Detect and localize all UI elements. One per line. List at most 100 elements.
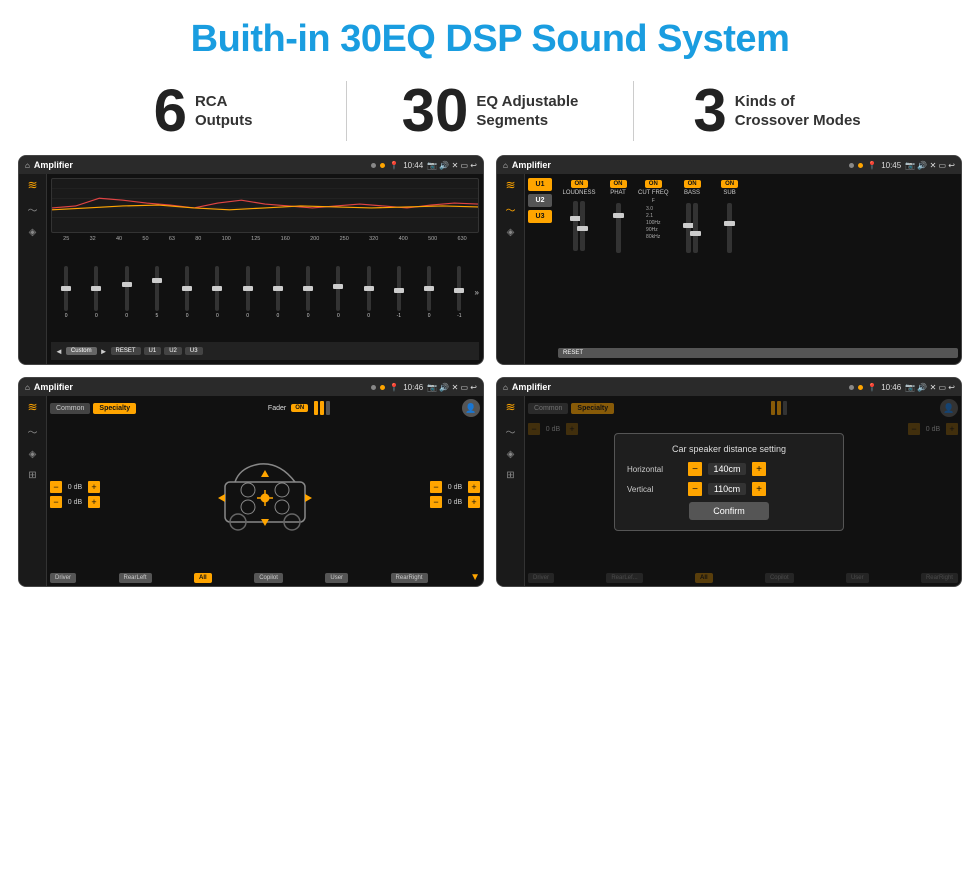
eq-freq-labels: 253240506380100125160200250320400500630	[51, 236, 479, 242]
dist-common-tab[interactable]: Common	[528, 403, 568, 414]
dist-location-icon: 📍	[867, 383, 877, 392]
stat-number-3: 3	[693, 81, 726, 141]
screens-grid: ⌂ Amplifier 📍 10:44 📷 🔊 ✕ ▭ ↩ ≋ 〜 ◈	[0, 155, 980, 597]
sp-driver-btn[interactable]: Driver	[50, 573, 76, 583]
sp-vol-icon: ◈	[29, 449, 37, 460]
vertical-label: Vertical	[627, 485, 682, 494]
sp-rearright-btn[interactable]: RearRight	[391, 573, 428, 583]
cr-u1-btn[interactable]: U1	[528, 178, 552, 191]
horizontal-plus-btn[interactable]: +	[752, 462, 766, 476]
sp-all-btn[interactable]: All	[194, 573, 212, 583]
sp-screen-title: Amplifier	[34, 382, 73, 392]
dist-wave-icon: 〜	[506, 424, 516, 439]
wave-icon: 〜	[28, 202, 38, 217]
sp-copilot-btn[interactable]: Copilot	[254, 573, 283, 583]
eq-screen: ⌂ Amplifier 📍 10:44 📷 🔊 ✕ ▭ ↩ ≋ 〜 ◈	[18, 155, 484, 365]
sp-db-minus-3[interactable]: −	[430, 481, 442, 493]
dist-home-icon: ⌂	[503, 383, 508, 392]
dist-eq-icon: ≋	[505, 400, 515, 414]
vertical-plus-btn[interactable]: +	[752, 482, 766, 496]
sp-eq-icon: ≋	[27, 400, 37, 414]
distance-dialog: Car speaker distance setting Horizontal …	[614, 433, 844, 531]
eq-location-icon: 📍	[389, 161, 399, 170]
sp-home-icon: ⌂	[25, 383, 30, 392]
bass-label: BASS	[684, 190, 700, 196]
stats-row: 6 RCA Outputs 30 EQ Adjustable Segments …	[0, 71, 980, 155]
dist-time: 10:46	[881, 383, 901, 392]
cr-wave-icon: 〜	[506, 202, 516, 217]
cr-u2-btn[interactable]: U2	[528, 194, 552, 207]
cr-screen-title: Amplifier	[512, 160, 551, 170]
horizontal-label: Horizontal	[627, 465, 682, 474]
sp-rearleft-btn[interactable]: RearLeft	[119, 573, 152, 583]
sp-db-minus-1[interactable]: −	[50, 481, 62, 493]
sub-label: SUB	[723, 190, 735, 196]
sp-time: 10:46	[403, 383, 423, 392]
confirm-button[interactable]: Confirm	[689, 502, 769, 520]
eq-prev-btn[interactable]: ◄	[55, 347, 63, 356]
horizontal-minus-btn[interactable]: −	[688, 462, 702, 476]
cr-location-icon: 📍	[867, 161, 877, 170]
cutfreq-on-btn[interactable]: ON	[645, 180, 662, 188]
dist-avatar: 👤	[940, 399, 958, 417]
cr-u3-btn[interactable]: U3	[528, 210, 552, 223]
vertical-minus-btn[interactable]: −	[688, 482, 702, 496]
sub-on-btn[interactable]: ON	[721, 180, 738, 188]
loudness-on-btn[interactable]: ON	[571, 180, 588, 188]
cr-reset-btn[interactable]: RESET	[558, 348, 958, 358]
sp-specialty-tab[interactable]: Specialty	[93, 403, 136, 414]
sp-down-arrow[interactable]: ▼	[470, 572, 480, 583]
sp-db-val-4: 0 dB	[444, 499, 466, 506]
sp-fader-icon: ⊞	[28, 470, 36, 481]
sp-db-plus-4[interactable]: +	[468, 496, 480, 508]
phat-on-btn[interactable]: ON	[610, 180, 627, 188]
sp-db-minus-4[interactable]: −	[430, 496, 442, 508]
phat-label: PHAT	[610, 190, 626, 196]
eq-more-icon[interactable]: »	[475, 288, 479, 297]
dist-screen-title: Amplifier	[512, 382, 551, 392]
horizontal-value: 140cm	[708, 463, 746, 475]
sp-db-plus-2[interactable]: +	[88, 496, 100, 508]
eq-time: 10:44	[403, 161, 423, 170]
sp-common-tab[interactable]: Common	[50, 403, 90, 414]
sp-wave-icon: 〜	[28, 424, 38, 439]
vertical-value: 110cm	[708, 483, 746, 495]
dist-status-bar: ⌂ Amplifier 📍 10:46 📷 🔊 ✕ ▭ ↩	[497, 378, 961, 396]
eq-reset-btn[interactable]: RESET	[111, 347, 141, 355]
sp-db-val-1: 0 dB	[64, 484, 86, 491]
stat-label-crossover: Kinds of Crossover Modes	[735, 92, 861, 131]
eq-u1-btn[interactable]: U1	[144, 347, 162, 355]
eq-custom-btn[interactable]: Custom	[66, 347, 97, 355]
sp-fader-label: Fader	[268, 405, 286, 412]
dist-vol-icon: ◈	[507, 449, 515, 460]
cr-time: 10:45	[881, 161, 901, 170]
stat-item-rca: 6 RCA Outputs	[60, 81, 346, 141]
sp-db-plus-1[interactable]: +	[88, 481, 100, 493]
sp-fader-on[interactable]: ON	[291, 404, 308, 412]
dist-specialty-tab[interactable]: Specialty	[571, 403, 614, 414]
stat-item-eq: 30 EQ Adjustable Segments	[347, 81, 633, 141]
sp-db-minus-2[interactable]: −	[50, 496, 62, 508]
eq-u3-btn[interactable]: U3	[185, 347, 203, 355]
eq-icon: ≋	[27, 178, 37, 192]
stat-number-6: 6	[154, 81, 187, 141]
cr-vol-icon: ◈	[507, 227, 515, 238]
dist-left-panel: ≋ 〜 ◈ ⊞	[497, 396, 525, 586]
eq-play-btn[interactable]: ►	[100, 347, 108, 356]
eq-sliders: 0 0 0 5 0 0 0 0 0 0 0 -1 0 -1 »	[51, 245, 479, 339]
eq-left-panel: ≋ 〜 ◈	[19, 174, 47, 364]
sp-user-btn[interactable]: User	[325, 573, 348, 583]
sp-left-panel: ≋ 〜 ◈ ⊞	[19, 396, 47, 586]
cr-home-icon: ⌂	[503, 161, 508, 170]
bass-on-btn[interactable]: ON	[684, 180, 701, 188]
sp-db-plus-3[interactable]: +	[468, 481, 480, 493]
eq-bottom-bar: ◄ Custom ► RESET U1 U2 U3	[51, 342, 479, 360]
eq-screen-title: Amplifier	[34, 160, 73, 170]
sp-location-icon: 📍	[389, 383, 399, 392]
crossover-screen: ⌂ Amplifier 📍 10:45 📷 🔊 ✕ ▭ ↩ ≋ 〜 ◈ U1 U…	[496, 155, 962, 365]
sp-db-val-2: 0 dB	[64, 499, 86, 506]
eq-u2-btn[interactable]: U2	[164, 347, 182, 355]
stat-number-30: 30	[402, 81, 469, 141]
page-title: Buith-in 30EQ DSP Sound System	[0, 0, 980, 71]
speaker-screen: ⌂ Amplifier 📍 10:46 📷 🔊 ✕ ▭ ↩ ≋ 〜 ◈ ⊞ Co…	[18, 377, 484, 587]
